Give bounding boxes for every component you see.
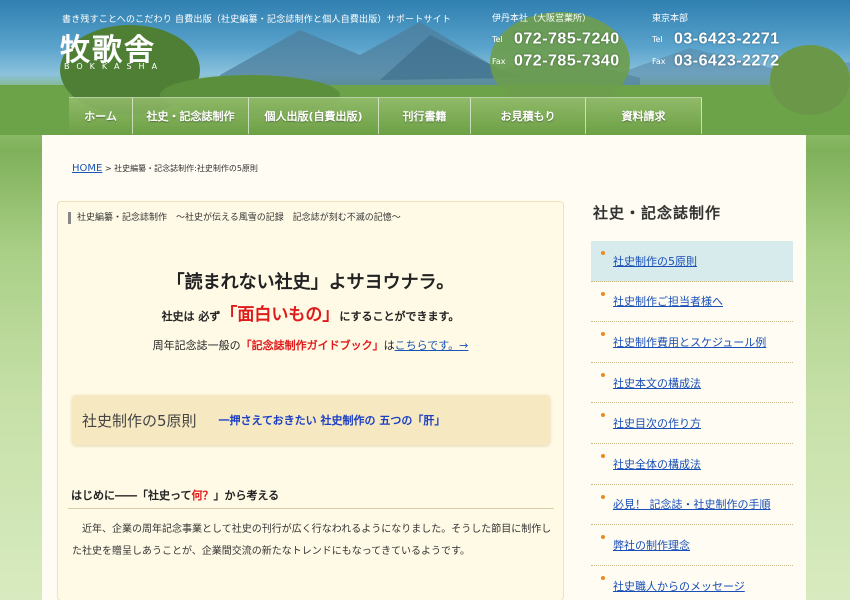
sidebar-item-procedure[interactable]: 必見！ 記念誌・社史制作の手順: [591, 485, 793, 526]
guidebook-line: 周年記念誌一般の「記念誌制作ガイドブック」はこちらです。→: [58, 337, 563, 353]
sidebar-item-5-principles[interactable]: 社史制作の5原則: [591, 241, 793, 282]
sidebar-item-label: 社史職人からのメッセージ: [613, 579, 745, 593]
sidebar-item-label: 社史制作費用とスケジュール例: [613, 335, 767, 349]
bullet-icon: [601, 453, 605, 458]
section-title-c: 」から考える: [213, 489, 280, 502]
bullet-icon: [601, 251, 605, 255]
page-body: HOME > 社史編纂・記念誌制作:社史制作の5原則 社史編纂・記念誌制作 ～社…: [42, 135, 806, 600]
bullet-icon: [601, 332, 605, 337]
tel-label: Tel: [492, 35, 503, 44]
tel-number[interactable]: 072-785-7240: [514, 31, 620, 48]
breadcrumb-current: > 社史編纂・記念誌制作:社史制作の5原則: [102, 164, 258, 173]
main-nav: ホーム 社史・記念誌制作 個人出版(自費出版) 刊行書籍 お見積もり 資料請求: [69, 97, 702, 134]
bullet-icon: [601, 494, 605, 499]
nav-home[interactable]: ホーム: [69, 97, 133, 134]
nav-published-books[interactable]: 刊行書籍: [379, 97, 471, 134]
sidebar-item-label: 社史目次の作り方: [613, 417, 701, 431]
lead3-text-c: は: [383, 339, 395, 352]
section-title-a: はじめに――「社史って: [71, 489, 192, 502]
content-header: 社史編纂・記念誌制作 ～社史が伝える風雪の記録 記念誌が刻む不滅の記憶～: [68, 212, 401, 224]
intro-paragraph: 近年、企業の周年記念事業として社史の刊行が広く行なわれるようになりました。そうし…: [72, 524, 552, 557]
lead2-emphasis: 「面白いもの」: [220, 305, 340, 325]
fax-number: 03-6423-2272: [674, 52, 780, 70]
sidebar-item-label: 社史本文の構成法: [613, 376, 701, 390]
section-title: はじめに――「社史って何？」から考える: [71, 487, 279, 503]
lead-headline: 「読まれない社史」よサヨウナラ。: [166, 272, 455, 293]
main-content: 社史編纂・記念誌制作 ～社史が伝える風雪の記録 記念誌が刻む不滅の記憶～ 「読ま…: [57, 201, 564, 600]
sidebar-title: 社史・記念誌制作: [593, 204, 722, 222]
site-tagline: 書き残すことへのこだわり 自費出版（社史編纂・記念誌制作と個人自費出版）サポート…: [62, 15, 452, 25]
fax-label: Fax: [492, 57, 506, 66]
sidebar-item-overall-structure[interactable]: 社史全体の構成法: [591, 444, 793, 485]
breadcrumb: HOME > 社史編纂・記念誌制作:社史制作の5原則: [72, 163, 258, 174]
bullet-icon: [601, 372, 605, 377]
lead3-text-a: 周年記念誌一般の: [152, 339, 241, 352]
nav-shashi[interactable]: 社史・記念誌制作: [133, 97, 249, 134]
principle-heading-box: 社史制作の5原則 一押さえておきたい 社史制作の 五つの「肝」: [72, 395, 550, 445]
tel-number[interactable]: 03-6423-2271: [674, 31, 780, 48]
nav-personal-publishing[interactable]: 個人出版(自費出版): [249, 97, 379, 134]
section-title-emphasis: 何？: [191, 489, 214, 502]
fax-number: 072-785-7340: [514, 52, 620, 70]
sidebar-item-label: 社史全体の構成法: [613, 457, 701, 471]
lead2-text-a: 社史は 必ず: [161, 310, 221, 323]
section-divider: [68, 508, 554, 509]
sidebar-item-for-staff[interactable]: 社史制作ご担当者様へ: [591, 282, 793, 323]
principle-title: 社史制作の5原則: [82, 411, 197, 430]
site-logo-sub: BOKKASHA: [64, 62, 165, 71]
bullet-icon: [601, 291, 605, 296]
lead-subheadline: 社史は 必ず「面白いもの」にすることができます。: [58, 300, 563, 325]
guidebook-title: 「記念誌制作ガイドブック」: [240, 339, 384, 352]
sidebar-item-toc[interactable]: 社史目次の作り方: [591, 403, 793, 444]
bullet-icon: [601, 535, 605, 540]
sidebar-item-body-structure[interactable]: 社史本文の構成法: [591, 363, 793, 404]
nav-request-materials[interactable]: 資料請求: [586, 97, 702, 134]
fax-label: Fax: [652, 57, 666, 66]
sidebar-item-label: 社史制作ご担当者様へ: [613, 295, 723, 309]
office-tokyo: 東京本部 Tel 03-6423-2271 Fax 03-6423-2272: [652, 11, 802, 73]
office-name: 東京本部: [652, 14, 689, 24]
guidebook-link[interactable]: こちらです。→: [395, 339, 469, 352]
sidebar-item-philosophy[interactable]: 弊社の制作理念: [591, 525, 793, 566]
sidebar-item-label: 社史制作の5原則: [613, 254, 697, 268]
sidebar-item-cost-schedule[interactable]: 社史制作費用とスケジュール例: [591, 322, 793, 363]
breadcrumb-home-link[interactable]: HOME: [72, 163, 102, 174]
office-itami: 伊丹本社（大阪営業所） Tel 072-785-7240 Fax 072-785-7…: [492, 11, 642, 73]
bullet-icon: [601, 413, 605, 418]
principle-subtitle: 一押さえておきたい 社史制作の 五つの「肝」: [218, 414, 446, 427]
tel-label: Tel: [652, 35, 663, 44]
sidebar-item-label: 弊社の制作理念: [613, 538, 690, 552]
bullet-icon: [601, 575, 605, 580]
sidebar-menu: 社史制作の5原則 社史制作ご担当者様へ 社史制作費用とスケジュール例 社史本文の…: [591, 241, 793, 600]
sidebar-item-message[interactable]: 社史職人からのメッセージ: [591, 566, 793, 600]
office-name: 伊丹本社（大阪営業所）: [492, 14, 592, 24]
nav-estimate[interactable]: お見積もり: [471, 97, 586, 134]
sidebar-item-label: 必見！ 記念誌・社史制作の手順: [613, 498, 771, 512]
lead2-text-c: にすることができます。: [339, 310, 460, 323]
